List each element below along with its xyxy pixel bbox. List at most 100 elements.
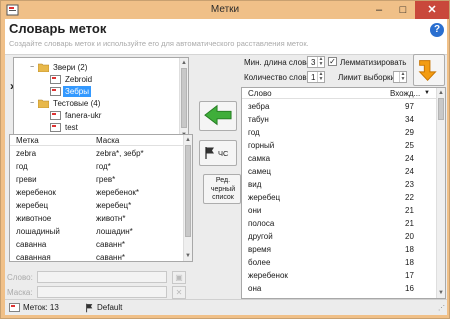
column-header-count[interactable]: Вхожд... bbox=[390, 88, 420, 99]
spinner-arrows-icon[interactable]: ▲ ▼ bbox=[317, 57, 324, 67]
column-header-word[interactable]: Слово bbox=[248, 88, 272, 99]
mask-cell: грев* bbox=[96, 175, 116, 184]
table-row[interactable]: zebra zebra*, зебр* bbox=[10, 148, 184, 160]
dictionary-tree[interactable]: − Звери (2) Zebroid Зебры − Тестовые (4)… bbox=[13, 57, 189, 141]
extract-words-button[interactable] bbox=[413, 54, 445, 86]
table-row[interactable]: она 16 bbox=[242, 283, 437, 295]
edit-blacklist-button[interactable]: Ред. черный список bbox=[203, 174, 241, 204]
tree-item-test[interactable]: test bbox=[14, 122, 180, 133]
add-to-dictionary-button[interactable] bbox=[199, 101, 237, 131]
resize-grip-icon[interactable]: ⋰ bbox=[438, 304, 445, 312]
table-row[interactable]: греви грев* bbox=[10, 174, 184, 186]
title-bar[interactable]: Метки – □ ✕ bbox=[1, 1, 449, 19]
table-row[interactable]: зебра 97 bbox=[242, 101, 437, 113]
tags-table[interactable]: Метка Маска zebra zebra*, зебр* год год*… bbox=[9, 134, 193, 262]
minimize-button[interactable]: – bbox=[367, 1, 391, 19]
scroll-down-icon[interactable]: ▼ bbox=[184, 252, 192, 260]
table-row[interactable]: саванна саванн* bbox=[10, 239, 184, 251]
save-button[interactable]: ▣ bbox=[172, 271, 186, 284]
table-row[interactable]: другой 20 bbox=[242, 231, 437, 243]
column-header-mask[interactable]: Маска bbox=[96, 135, 119, 146]
scroll-down-icon[interactable]: ▼ bbox=[437, 289, 445, 297]
table-row[interactable]: саванная саванн* bbox=[10, 252, 184, 261]
spinner-arrows-icon[interactable]: ▲ ▼ bbox=[317, 72, 324, 82]
table-row[interactable]: жеребенок 17 bbox=[242, 270, 437, 282]
table-row[interactable]: самец 24 bbox=[242, 166, 437, 178]
tree-item-zebry[interactable]: Зебры bbox=[14, 86, 180, 97]
mask-input[interactable] bbox=[37, 286, 167, 298]
column-header-tag[interactable]: Метка bbox=[16, 135, 39, 146]
status-bar: Меток: 13 Default ⋰ bbox=[5, 299, 447, 315]
words-table-header: Слово Вхожд... ▼ bbox=[242, 88, 437, 99]
word-input[interactable] bbox=[37, 271, 167, 283]
table-row[interactable]: год 29 bbox=[242, 127, 437, 139]
table-row[interactable]: животное животн* bbox=[10, 213, 184, 225]
table-row[interactable]: вид 23 bbox=[242, 179, 437, 191]
count-cell: 25 bbox=[405, 141, 414, 150]
tree-item-label: fanera-ukr bbox=[65, 111, 102, 120]
mask-cell: животн* bbox=[96, 214, 126, 223]
tree-item-zebroid[interactable]: Zebroid bbox=[14, 74, 180, 85]
table-row[interactable]: время 18 bbox=[242, 244, 437, 256]
limit-spinner[interactable]: ▲ ▼ bbox=[393, 71, 407, 83]
scroll-thumb[interactable] bbox=[181, 68, 187, 128]
table-row[interactable]: полоса 21 bbox=[242, 218, 437, 230]
tree-item-label: Звери (2) bbox=[53, 63, 88, 72]
sort-desc-icon: ▼ bbox=[424, 90, 430, 96]
help-icon[interactable]: ? bbox=[430, 23, 444, 37]
tree-item-label: test bbox=[65, 123, 78, 132]
table-row[interactable]: жеребец жеребец* bbox=[10, 200, 184, 212]
tag-cell: лошадиный bbox=[16, 227, 60, 236]
table-row[interactable]: год год* bbox=[10, 161, 184, 173]
tag-book-icon bbox=[9, 303, 20, 312]
scroll-thumb[interactable] bbox=[185, 145, 191, 237]
tree-item-fanera-ukr[interactable]: fanera-ukr bbox=[14, 110, 180, 121]
table-row[interactable]: табун 34 bbox=[242, 114, 437, 126]
word-cell: табун bbox=[248, 115, 269, 124]
tag-cell: жеребенок bbox=[16, 188, 56, 197]
tree-scrollbar[interactable]: ▲ ▼ bbox=[179, 58, 188, 140]
scroll-thumb[interactable] bbox=[438, 98, 444, 120]
words-table[interactable]: Слово Вхожд... ▼ зебра 97 табун 34 год 2… bbox=[241, 87, 446, 299]
table-row[interactable]: горный 25 bbox=[242, 140, 437, 152]
count-cell: 18 bbox=[405, 245, 414, 254]
tags-table-header: Метка Маска bbox=[10, 135, 184, 146]
word-count-spinner[interactable]: 1 ▲ ▼ bbox=[307, 71, 325, 83]
table-row[interactable]: жеребец 22 bbox=[242, 192, 437, 204]
table-row[interactable]: жеребенок жеребенок* bbox=[10, 187, 184, 199]
stop-words-label: ЧС bbox=[218, 149, 229, 158]
tags-scrollbar[interactable]: ▲ ▼ bbox=[183, 135, 192, 261]
min-length-spinner[interactable]: 3 ▲ ▼ bbox=[307, 56, 325, 68]
mask-cell: лошадин* bbox=[96, 227, 133, 236]
word-cell: другой bbox=[248, 232, 273, 241]
count-cell: 20 bbox=[405, 232, 414, 241]
stop-words-button[interactable]: ЧС bbox=[199, 140, 237, 166]
word-cell: зебра bbox=[248, 102, 270, 111]
collapse-icon[interactable]: − bbox=[28, 62, 36, 73]
scroll-up-icon[interactable]: ▲ bbox=[437, 89, 445, 97]
mask-label: Маска: bbox=[7, 288, 33, 297]
delete-button[interactable]: ✕ bbox=[172, 286, 186, 299]
lemmatize-checkbox[interactable]: ✓ bbox=[328, 57, 337, 66]
table-row[interactable]: лошадиный лошадин* bbox=[10, 226, 184, 238]
close-button[interactable]: ✕ bbox=[415, 1, 449, 19]
tree-item-testovye[interactable]: − Тестовые (4) bbox=[14, 98, 180, 109]
tree-item-label: Тестовые (4) bbox=[53, 99, 101, 108]
table-row[interactable]: они 21 bbox=[242, 205, 437, 217]
scroll-up-icon[interactable]: ▲ bbox=[180, 59, 188, 67]
tag-cell: zebra bbox=[16, 149, 37, 158]
client-area: Словарь меток Создайте словарь меток и и… bbox=[5, 19, 447, 315]
words-scrollbar[interactable]: ▲ ▼ bbox=[436, 88, 445, 298]
word-cell: полоса bbox=[248, 219, 275, 228]
spinner-arrows-icon[interactable]: ▲ ▼ bbox=[399, 72, 406, 82]
tree-item-zveri[interactable]: − Звери (2) bbox=[14, 62, 180, 73]
collapse-icon[interactable]: − bbox=[28, 98, 36, 109]
close-icon: ✕ bbox=[427, 4, 437, 16]
table-row[interactable]: самка 24 bbox=[242, 153, 437, 165]
page-subtitle: Создайте словарь меток и используйте его… bbox=[9, 39, 309, 48]
flag-icon bbox=[86, 303, 93, 313]
count-cell: 22 bbox=[405, 193, 414, 202]
scroll-up-icon[interactable]: ▲ bbox=[184, 136, 192, 144]
maximize-button[interactable]: □ bbox=[391, 1, 415, 19]
table-row[interactable]: более 18 bbox=[242, 257, 437, 269]
